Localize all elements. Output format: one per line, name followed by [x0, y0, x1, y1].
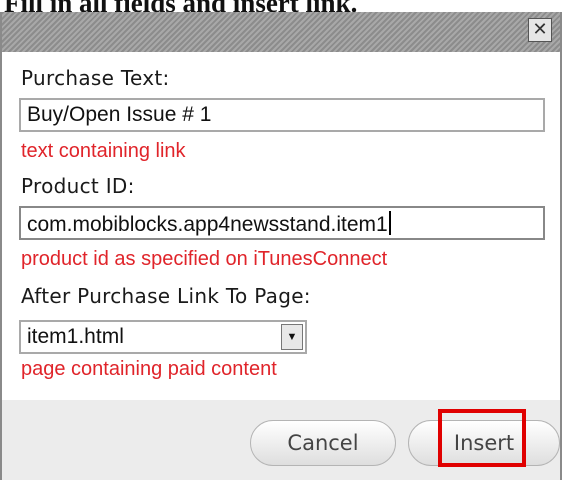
dialog-titlebar[interactable]: ✕: [2, 12, 560, 52]
product-id-hint: product id as specified on iTunesConnect: [21, 248, 388, 270]
purchase-text-hint: text containing link: [21, 140, 186, 162]
purchase-text-value: Buy/Open Issue # 1: [27, 103, 212, 126]
insert-link-dialog: ✕ Purchase Text: Buy/Open Issue # 1 text…: [0, 12, 562, 480]
product-id-input[interactable]: com.mobiblocks.app4newsstand.item1: [19, 206, 545, 240]
dialog-footer: Cancel Insert: [2, 400, 560, 480]
chevron-down-icon[interactable]: ▼: [281, 324, 303, 350]
close-icon[interactable]: ✕: [528, 18, 552, 42]
product-id-value: com.mobiblocks.app4newsstand.item1: [27, 213, 388, 236]
cancel-button[interactable]: Cancel: [250, 420, 396, 466]
insert-highlight-box: [438, 409, 526, 467]
text-caret: [388, 211, 391, 235]
after-purchase-selected-value: item1.html: [27, 325, 124, 348]
product-id-label: Product ID:: [21, 174, 135, 198]
purchase-text-input[interactable]: Buy/Open Issue # 1: [19, 98, 545, 132]
purchase-text-label: Purchase Text:: [21, 66, 170, 90]
dialog-form: Purchase Text: Buy/Open Issue # 1 text c…: [2, 52, 560, 401]
after-purchase-page-select[interactable]: item1.html ▼: [19, 320, 307, 354]
after-purchase-label: After Purchase Link To Page:: [21, 284, 311, 308]
after-purchase-hint: page containing paid content: [21, 358, 277, 380]
